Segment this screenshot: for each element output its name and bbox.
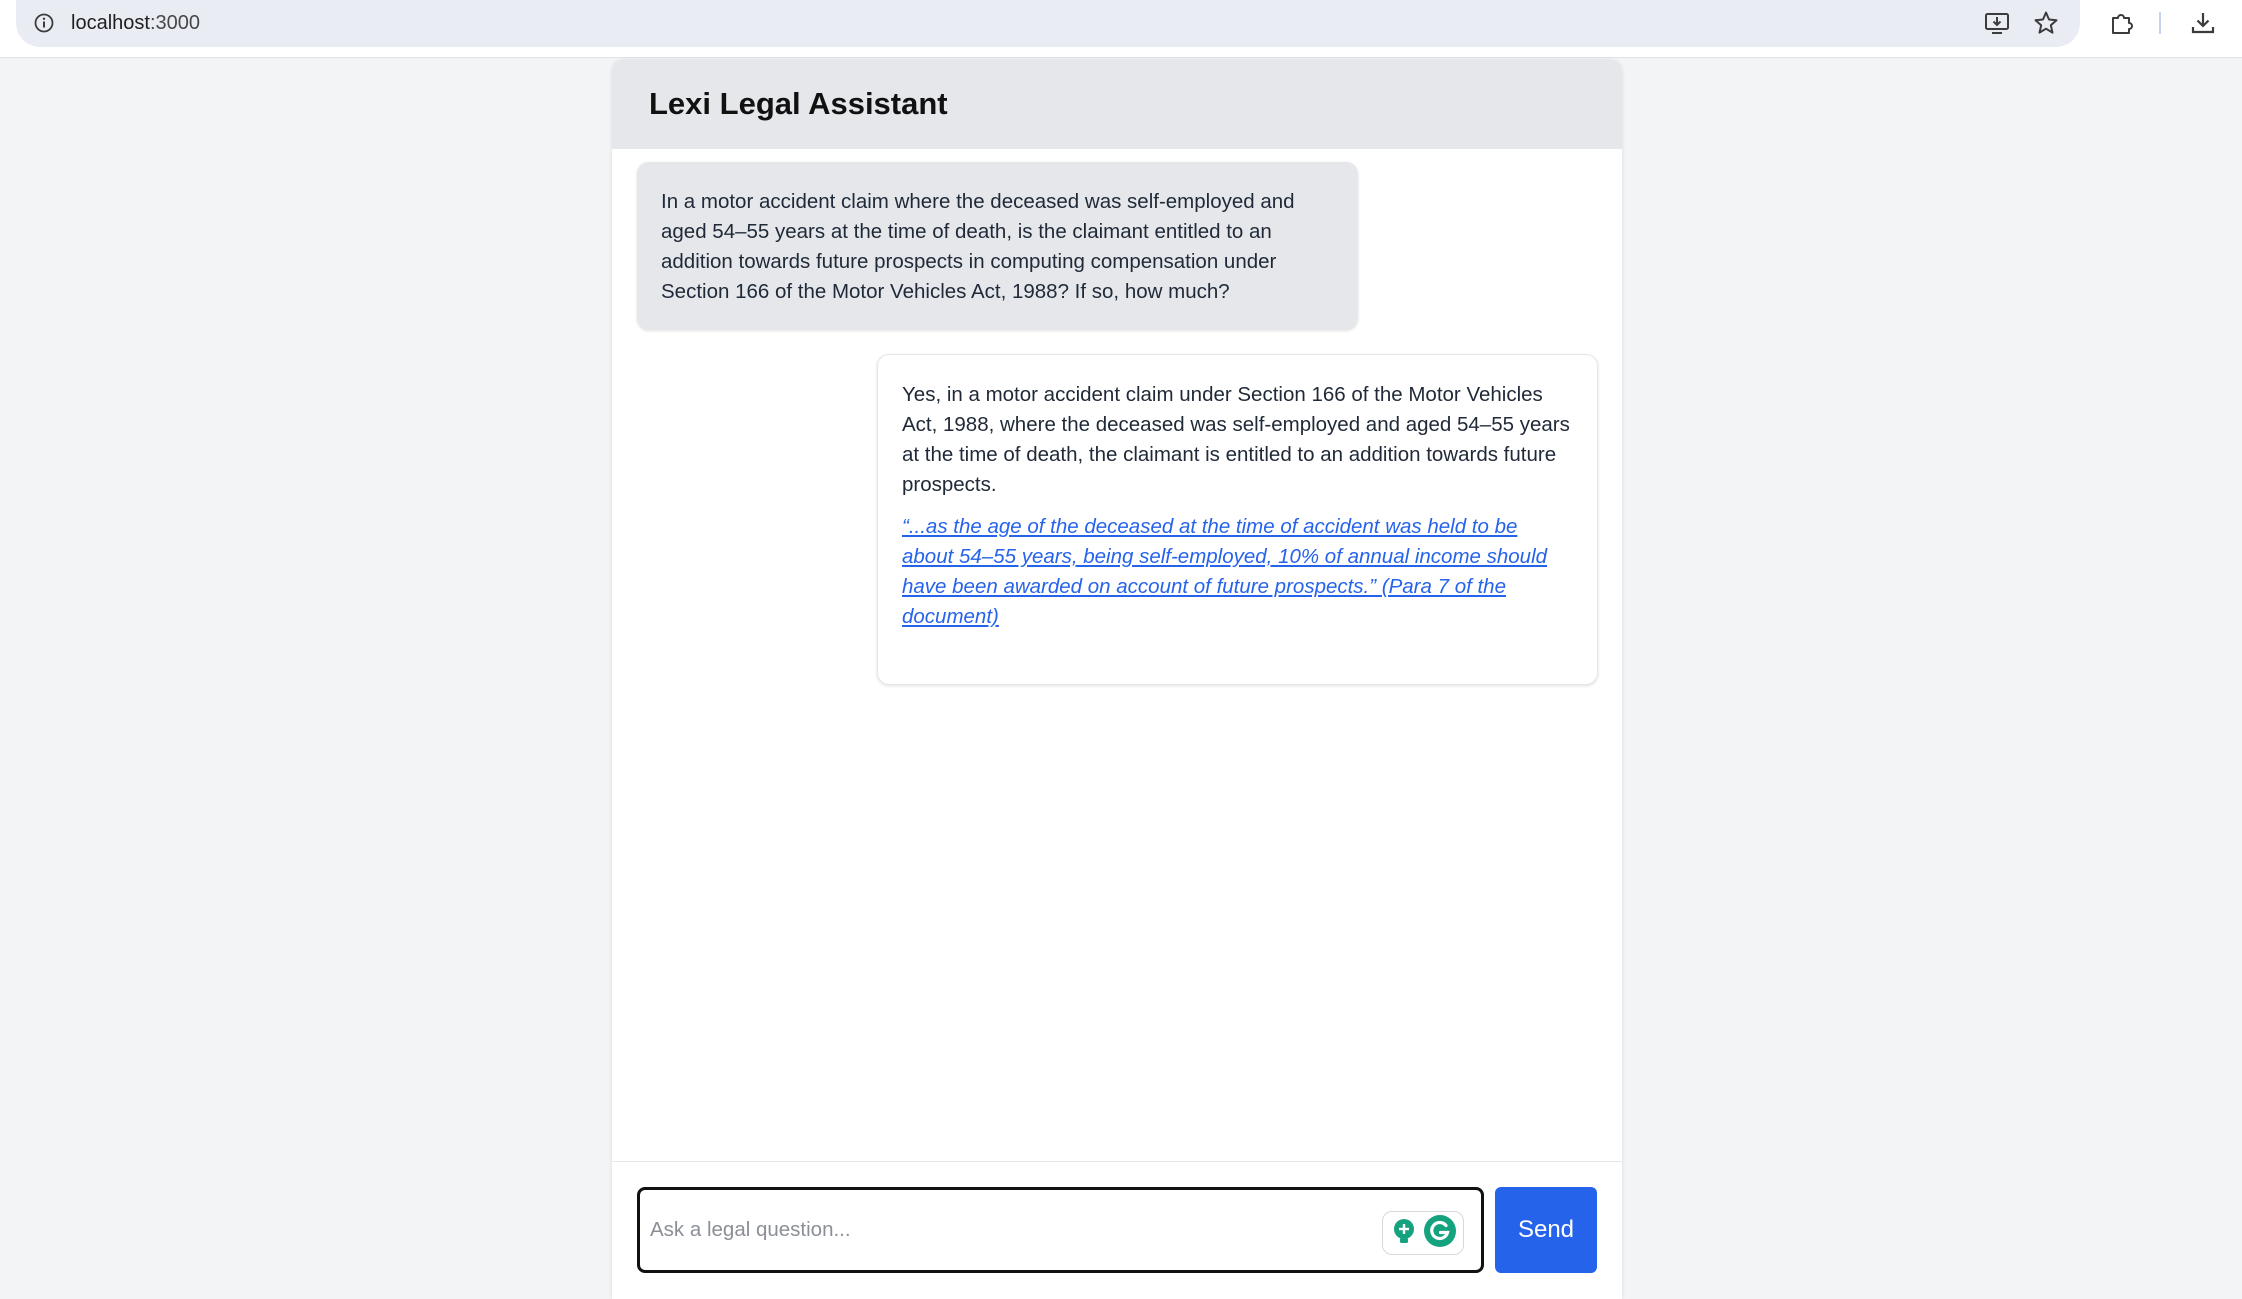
lightbulb-icon[interactable] [1389, 1216, 1419, 1251]
citation-link[interactable]: “...as the age of the deceased at the ti… [902, 512, 1573, 632]
url-host: localhost [71, 12, 150, 34]
extensions-puzzle-icon[interactable] [2107, 8, 2137, 38]
assistant-message: Yes, in a motor accident claim under Sec… [877, 354, 1598, 685]
grammarly-icon[interactable] [1423, 1214, 1457, 1253]
url-text[interactable]: localhost:3000 [71, 10, 200, 36]
send-button[interactable]: Send [1495, 1187, 1597, 1273]
address-bar[interactable]: localhost:3000 [16, 0, 2080, 47]
chat-panel: Lexi Legal Assistant In a motor accident… [612, 59, 1622, 1299]
chat-header: Lexi Legal Assistant [612, 59, 1622, 149]
user-message-text: In a motor accident claim where the dece… [661, 190, 1295, 303]
browser-toolbar: localhost:3000 [0, 0, 2242, 58]
toolbar-separator [2159, 12, 2161, 34]
url-port: :3000 [149, 12, 200, 34]
page-title: Lexi Legal Assistant [649, 86, 948, 121]
question-input[interactable] [637, 1187, 1484, 1273]
download-icon[interactable] [2188, 8, 2218, 38]
grammarly-widget[interactable] [1382, 1211, 1464, 1255]
bookmark-star-icon[interactable] [2031, 8, 2061, 38]
install-app-icon[interactable] [1982, 8, 2012, 38]
composer-divider [612, 1161, 1622, 1162]
user-message: In a motor accident claim where the dece… [637, 162, 1358, 330]
info-icon[interactable] [33, 12, 55, 34]
assistant-message-text: Yes, in a motor accident claim under Sec… [902, 383, 1570, 496]
